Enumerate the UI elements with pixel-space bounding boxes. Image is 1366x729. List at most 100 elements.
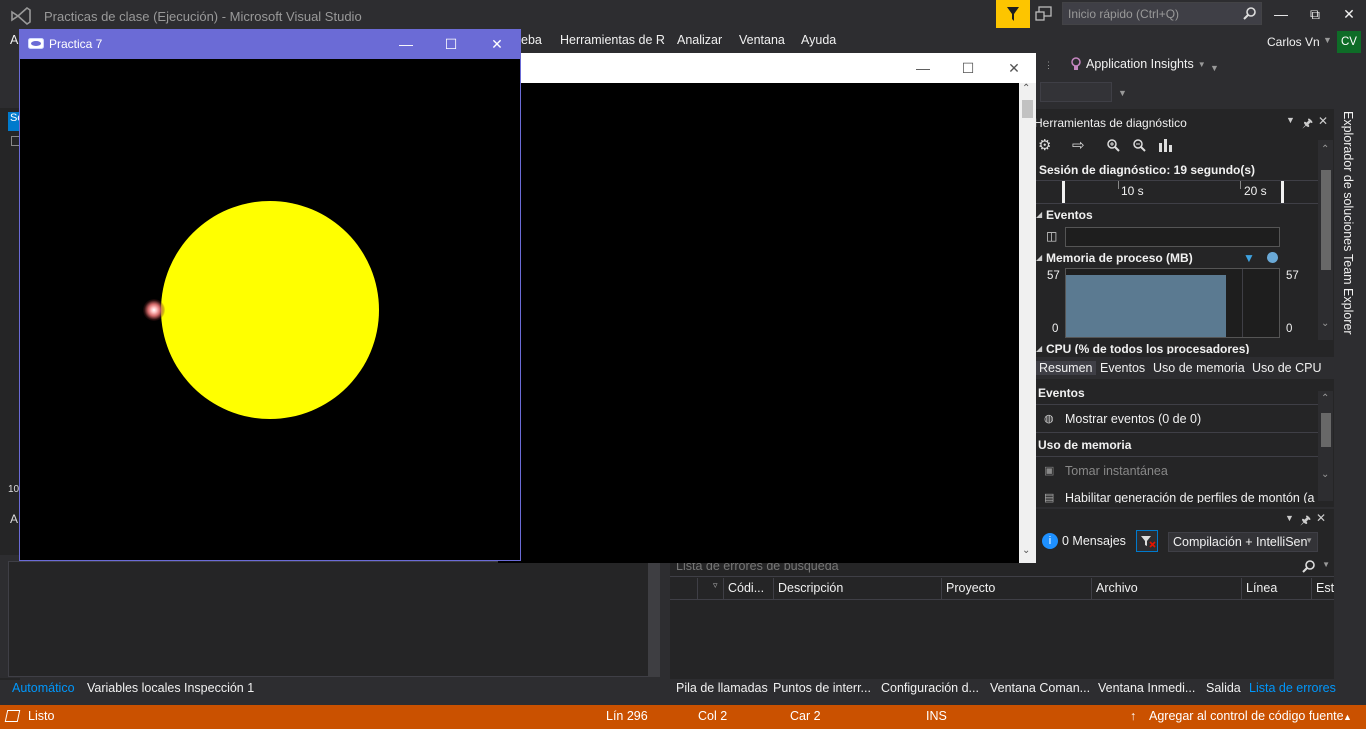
scroll-down-icon[interactable]: ⌄ — [1022, 545, 1030, 556]
menu-archivo-fragment[interactable]: A — [10, 33, 18, 47]
build-intellisense-dropdown[interactable]: Compilación + IntelliSen ▼ — [1168, 532, 1318, 552]
close-button[interactable]: ✕ — [1337, 4, 1361, 24]
console-close-button[interactable]: ✕ — [1000, 58, 1028, 78]
add-to-source-control-button[interactable]: Agregar al control de código fuente — [1149, 709, 1344, 723]
glut-close-button[interactable]: ✕ — [484, 34, 510, 54]
column-proyecto[interactable]: Proyecto — [946, 581, 995, 595]
scroll-down-icon[interactable]: ⌄ — [1321, 318, 1329, 329]
scrollbar[interactable]: ⌃ ⌄ — [1318, 391, 1333, 501]
scroll-thumb[interactable] — [1321, 170, 1331, 270]
application-insights-button[interactable]: Application Insights ▼ — [1070, 57, 1206, 71]
notifications-flag-button[interactable] — [996, 0, 1030, 28]
column-separator[interactable] — [1241, 578, 1242, 600]
restore-button[interactable]: ⧉ — [1303, 4, 1327, 24]
tab-variables-locales[interactable]: Variables locales — [87, 681, 181, 695]
diagnostic-tools-title: Herramientas de diagnóstico — [1034, 116, 1187, 130]
glut-maximize-button[interactable]: ☐ — [438, 34, 464, 54]
column-separator[interactable] — [697, 578, 698, 600]
chevron-down-icon[interactable]: ▼ — [1285, 513, 1294, 523]
reset-zoom-icon[interactable] — [1158, 137, 1172, 153]
column-separator[interactable] — [941, 578, 942, 600]
column-estado[interactable]: Esta — [1316, 581, 1334, 595]
console-minimize-button[interactable]: — — [909, 58, 937, 78]
tab-explorador-soluciones[interactable]: Explorador de soluciones — [1341, 111, 1355, 251]
collapse-icon[interactable]: ◢ — [1036, 253, 1042, 262]
scroll-down-icon[interactable]: ⌄ — [1321, 469, 1329, 480]
menu-ayuda[interactable]: Ayuda — [801, 33, 836, 47]
timeline-ruler[interactable] — [1034, 180, 1318, 204]
scroll-thumb[interactable] — [1022, 100, 1033, 118]
column-descripcion[interactable]: Descripción — [778, 581, 843, 595]
timeline-end-marker[interactable] — [1281, 181, 1284, 203]
ruler-tick — [1118, 181, 1119, 189]
scrollbar[interactable]: ⌃ ⌄ — [1318, 140, 1333, 340]
tab-team-explorer[interactable]: Team Explorer — [1341, 254, 1355, 335]
tab-pila-llamadas[interactable]: Pila de llamadas — [676, 681, 768, 695]
chevron-up-icon[interactable]: ▲ — [1343, 712, 1352, 722]
close-icon[interactable]: ✕ — [1316, 511, 1326, 525]
menu-analizar[interactable]: Analizar — [677, 33, 722, 47]
column-separator[interactable] — [1311, 578, 1312, 600]
tab-ventana-inmediato[interactable]: Ventana Inmedi... — [1098, 681, 1195, 695]
sort-icon[interactable]: ▿ — [713, 580, 718, 591]
take-snapshot-button[interactable]: Tomar instantánea — [1065, 464, 1168, 478]
tab-uso-cpu[interactable]: Uso de CPU — [1252, 361, 1321, 375]
close-icon[interactable]: ✕ — [1318, 114, 1328, 128]
tab-lista-errores[interactable]: Lista de errores — [1249, 681, 1336, 695]
scrollbar[interactable] — [648, 561, 660, 677]
menu-ventana[interactable]: Ventana — [739, 33, 785, 47]
quick-launch-input[interactable]: Inicio rápido (Ctrl+Q) — [1062, 2, 1262, 25]
timeline-start-marker[interactable] — [1062, 181, 1065, 203]
user-name[interactable]: Carlos Vn — [1267, 35, 1320, 49]
console-scrollbar[interactable]: ⌃ ⌄ — [1019, 83, 1036, 563]
console-maximize-button[interactable]: ☐ — [954, 58, 982, 78]
minimize-button[interactable]: — — [1269, 4, 1293, 24]
char-indicator: Car 2 — [790, 709, 821, 723]
scroll-up-icon[interactable]: ⌃ — [1321, 144, 1329, 155]
chevron-down-icon[interactable]: ▼ — [1286, 115, 1295, 125]
pin-icon[interactable]: 🖈 — [1300, 511, 1311, 532]
column-linea[interactable]: Línea — [1246, 581, 1277, 595]
column-archivo[interactable]: Archivo — [1096, 581, 1138, 595]
glut-minimize-button[interactable]: — — [393, 34, 419, 54]
tab-automatico[interactable]: Automático — [12, 681, 75, 695]
clear-filter-button[interactable] — [1136, 530, 1158, 552]
scroll-thumb[interactable] — [1321, 413, 1331, 447]
heap-profiling-toggle[interactable]: Habilitar generación de perfiles de mont… — [1065, 491, 1315, 503]
scroll-up-icon[interactable]: ⌃ — [1321, 393, 1329, 404]
tab-uso-memoria[interactable]: Uso de memoria — [1153, 361, 1245, 375]
toolbar-options-icon[interactable]: ▼ — [1118, 88, 1127, 98]
avatar[interactable]: CV — [1337, 31, 1361, 53]
feedback-icon[interactable] — [1034, 4, 1056, 24]
messages-filter-button[interactable]: i 0 Mensajes — [1042, 533, 1126, 549]
toolbar-options-icon[interactable]: ▼ — [1210, 63, 1219, 73]
scroll-up-icon[interactable]: ⌃ — [1022, 83, 1030, 94]
tab-puntos-interrupcion[interactable]: Puntos de interr... — [773, 681, 871, 695]
tab-ventana-comandos[interactable]: Ventana Coman... — [990, 681, 1090, 695]
collapse-icon[interactable]: ◢ — [1036, 344, 1042, 353]
column-separator[interactable] — [723, 578, 724, 600]
column-separator[interactable] — [1091, 578, 1092, 600]
tab-configuracion[interactable]: Configuración d... — [881, 681, 979, 695]
pin-icon[interactable]: 🖈 — [1302, 114, 1313, 135]
chevron-down-icon: ▼ — [1305, 536, 1313, 545]
zoom-in-icon[interactable] — [1106, 138, 1120, 152]
chevron-down-icon[interactable]: ▼ — [1323, 35, 1332, 45]
tab-eventos[interactable]: Eventos — [1100, 361, 1145, 375]
menu-herramientas-r[interactable]: Herramientas de R — [560, 33, 665, 47]
tab-inspeccion-1[interactable]: Inspección 1 — [184, 681, 254, 695]
error-list-header — [670, 578, 1334, 600]
toolbar-combo[interactable] — [1040, 82, 1112, 102]
toolbar-overflow-icon[interactable]: ⋮ — [1044, 60, 1053, 71]
export-icon[interactable]: ⇨ — [1072, 136, 1085, 154]
gear-icon[interactable]: ⚙ — [1038, 136, 1051, 154]
show-events-link[interactable]: Mostrar eventos (0 de 0) — [1065, 412, 1201, 426]
tab-resumen[interactable]: Resumen — [1036, 361, 1096, 375]
zoom-out-icon[interactable] — [1132, 138, 1146, 152]
pause-icon[interactable]: ◫ — [1046, 229, 1057, 243]
column-separator[interactable] — [773, 578, 774, 600]
column-codigo[interactable]: Códi... — [728, 581, 764, 595]
menu-prueba[interactable]: eba — [521, 33, 542, 47]
collapse-icon[interactable]: ◢ — [1036, 210, 1042, 219]
tab-salida[interactable]: Salida — [1206, 681, 1241, 695]
